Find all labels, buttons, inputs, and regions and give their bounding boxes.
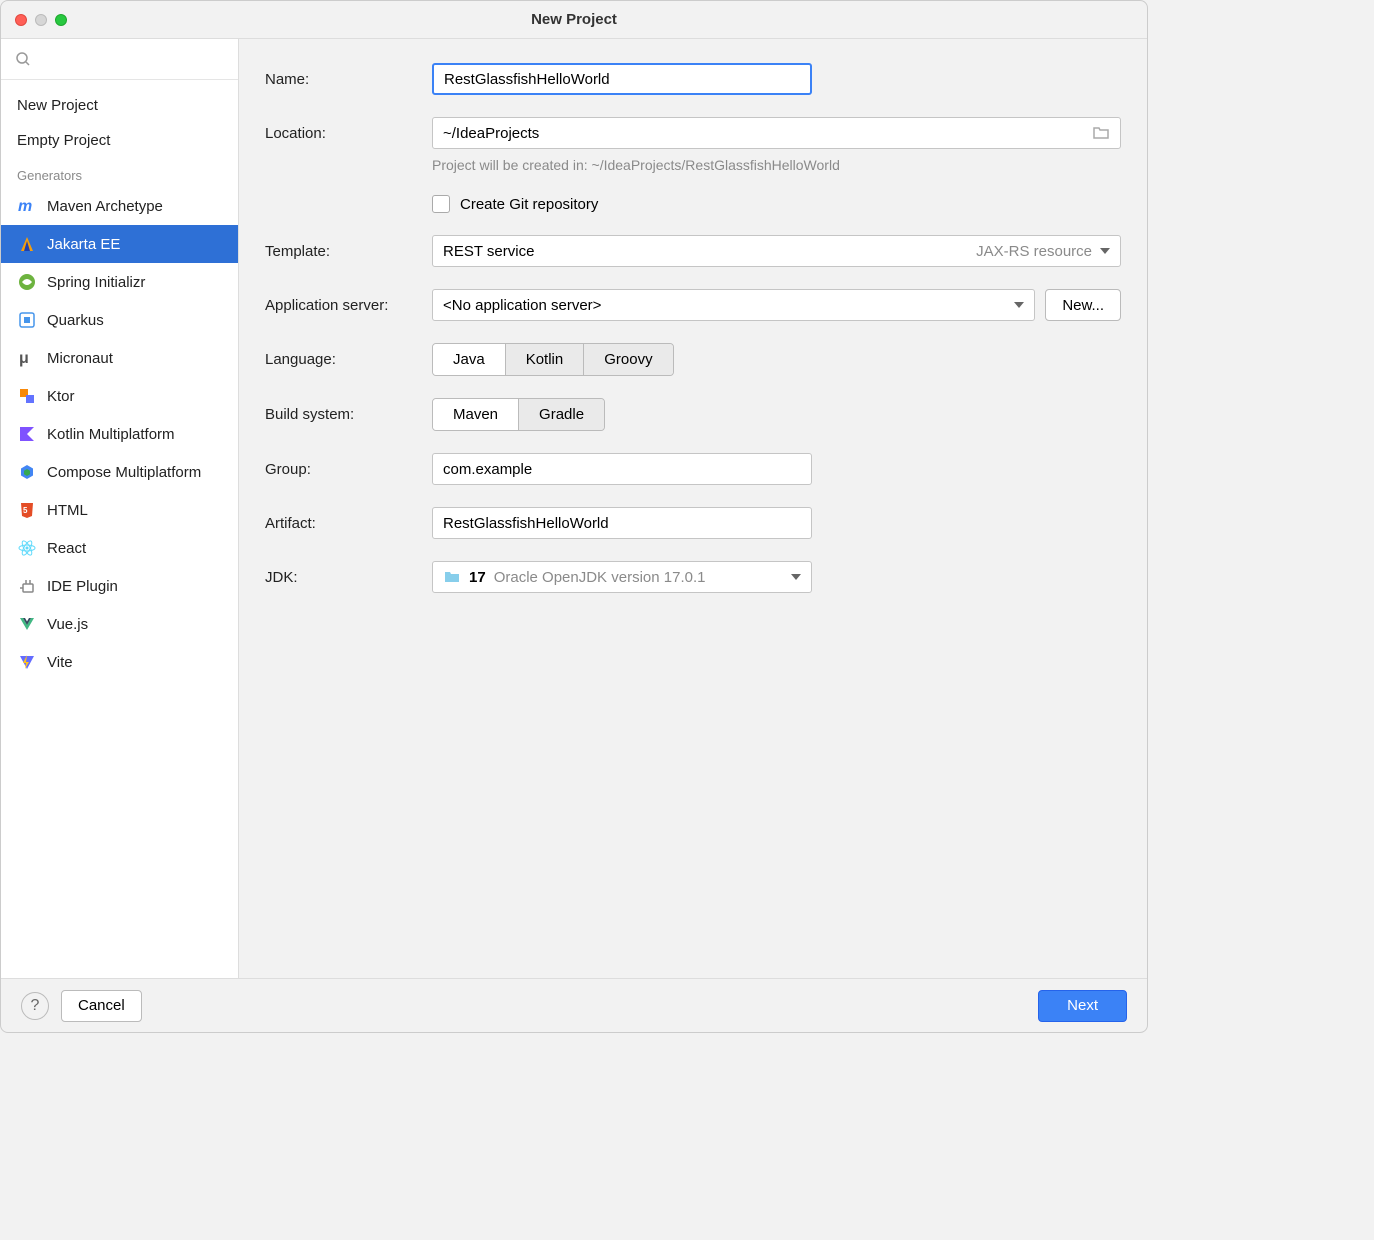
- build-label: Build system:: [265, 406, 420, 423]
- form-panel: Name: Location: ~/IdeaProjects Project w…: [239, 39, 1147, 978]
- sidebar-item-vite[interactable]: Vite: [1, 643, 238, 681]
- sidebar-item-empty-project[interactable]: Empty Project: [1, 123, 238, 158]
- location-label: Location:: [265, 125, 420, 142]
- sidebar-item-label: HTML: [47, 502, 88, 519]
- sidebar-item-ide-plugin[interactable]: IDE Plugin: [1, 567, 238, 605]
- vite-icon: [17, 652, 37, 672]
- language-segmented: Java Kotlin Groovy: [432, 343, 674, 376]
- maven-icon: m: [17, 196, 37, 216]
- ktor-icon: [17, 386, 37, 406]
- sidebar-item-label: Micronaut: [47, 350, 113, 367]
- group-label: Group:: [265, 461, 420, 478]
- generators-header: Generators: [1, 158, 238, 187]
- svg-text:5: 5: [23, 506, 28, 515]
- template-label: Template:: [265, 243, 420, 260]
- sidebar-item-label: Empty Project: [17, 132, 110, 149]
- template-select[interactable]: REST service JAX-RS resource: [432, 235, 1121, 267]
- titlebar: New Project: [1, 1, 1147, 39]
- spring-icon: [17, 272, 37, 292]
- sidebar-item-jakarta-ee[interactable]: Jakarta EE: [1, 225, 238, 263]
- sidebar-item-vuejs[interactable]: Vue.js: [1, 605, 238, 643]
- chevron-down-icon: [1014, 302, 1024, 308]
- sidebar-item-new-project[interactable]: New Project: [1, 88, 238, 123]
- window-title: New Project: [1, 11, 1147, 28]
- help-button[interactable]: ?: [21, 992, 49, 1020]
- micronaut-icon: μ: [17, 348, 37, 368]
- html-icon: 5: [17, 500, 37, 520]
- sidebar-item-maven-archetype[interactable]: m Maven Archetype: [1, 187, 238, 225]
- build-gradle[interactable]: Gradle: [519, 399, 604, 430]
- plugin-icon: [17, 576, 37, 596]
- sidebar-item-label: Jakarta EE: [47, 236, 120, 253]
- sidebar-item-label: Vue.js: [47, 616, 88, 633]
- language-kotlin[interactable]: Kotlin: [506, 344, 585, 375]
- jdk-desc: Oracle OpenJDK version 17.0.1: [494, 569, 706, 586]
- language-label: Language:: [265, 351, 420, 368]
- sidebar-item-spring-initializr[interactable]: Spring Initializr: [1, 263, 238, 301]
- sidebar-item-compose-multiplatform[interactable]: Compose Multiplatform: [1, 453, 238, 491]
- git-checkbox[interactable]: [432, 195, 450, 213]
- svg-text:m: m: [18, 198, 32, 215]
- sidebar-item-label: Vite: [47, 654, 73, 671]
- sidebar-item-label: IDE Plugin: [47, 578, 118, 595]
- sidebar-item-ktor[interactable]: Ktor: [1, 377, 238, 415]
- svg-text:μ: μ: [19, 350, 29, 367]
- chevron-down-icon: [1100, 248, 1110, 254]
- next-button[interactable]: Next: [1038, 990, 1127, 1022]
- react-icon: [17, 538, 37, 558]
- kotlin-icon: [17, 424, 37, 444]
- chevron-down-icon: [791, 574, 801, 580]
- sidebar-item-label: Spring Initializr: [47, 274, 145, 291]
- search-icon: [15, 51, 31, 67]
- sidebar-item-kotlin-multiplatform[interactable]: Kotlin Multiplatform: [1, 415, 238, 453]
- folder-icon[interactable]: [1092, 124, 1110, 142]
- language-java[interactable]: Java: [433, 344, 506, 375]
- location-hint: Project will be created in: ~/IdeaProjec…: [432, 157, 1121, 173]
- jdk-label: JDK:: [265, 569, 420, 586]
- git-label: Create Git repository: [460, 196, 598, 213]
- sidebar-item-micronaut[interactable]: μ Micronaut: [1, 339, 238, 377]
- build-maven[interactable]: Maven: [433, 399, 519, 430]
- location-input[interactable]: ~/IdeaProjects: [432, 117, 1121, 149]
- sidebar: New Project Empty Project Generators m M…: [1, 39, 239, 978]
- search-input[interactable]: [11, 45, 228, 73]
- jdk-select[interactable]: 17 Oracle OpenJDK version 17.0.1: [432, 561, 812, 593]
- new-appserver-button[interactable]: New...: [1045, 289, 1121, 321]
- sidebar-item-label: Quarkus: [47, 312, 104, 329]
- name-label: Name:: [265, 71, 420, 88]
- sidebar-item-quarkus[interactable]: Quarkus: [1, 301, 238, 339]
- sidebar-item-label: Kotlin Multiplatform: [47, 426, 175, 443]
- sidebar-item-label: Ktor: [47, 388, 75, 405]
- artifact-input[interactable]: [432, 507, 812, 539]
- sidebar-item-label: New Project: [17, 97, 98, 114]
- build-segmented: Maven Gradle: [432, 398, 605, 431]
- group-input[interactable]: [432, 453, 812, 485]
- footer: ? Cancel Next: [1, 978, 1147, 1032]
- sidebar-item-label: Maven Archetype: [47, 198, 163, 215]
- sidebar-item-html[interactable]: 5 HTML: [1, 491, 238, 529]
- compose-icon: [17, 462, 37, 482]
- cancel-button[interactable]: Cancel: [61, 990, 142, 1022]
- jakarta-icon: [17, 234, 37, 254]
- appserver-value: <No application server>: [443, 297, 601, 314]
- language-groovy[interactable]: Groovy: [584, 344, 672, 375]
- jdk-version: 17: [469, 569, 486, 586]
- name-input[interactable]: [432, 63, 812, 95]
- jdk-folder-icon: [443, 568, 461, 586]
- appserver-select[interactable]: <No application server>: [432, 289, 1035, 321]
- location-value: ~/IdeaProjects: [443, 125, 539, 142]
- artifact-label: Artifact:: [265, 515, 420, 532]
- quarkus-icon: [17, 310, 37, 330]
- template-value: REST service: [443, 243, 534, 260]
- vue-icon: [17, 614, 37, 634]
- sidebar-item-label: React: [47, 540, 86, 557]
- appserver-label: Application server:: [265, 297, 420, 314]
- sidebar-item-label: Compose Multiplatform: [47, 464, 201, 481]
- template-right: JAX-RS resource: [976, 243, 1092, 260]
- sidebar-item-react[interactable]: React: [1, 529, 238, 567]
